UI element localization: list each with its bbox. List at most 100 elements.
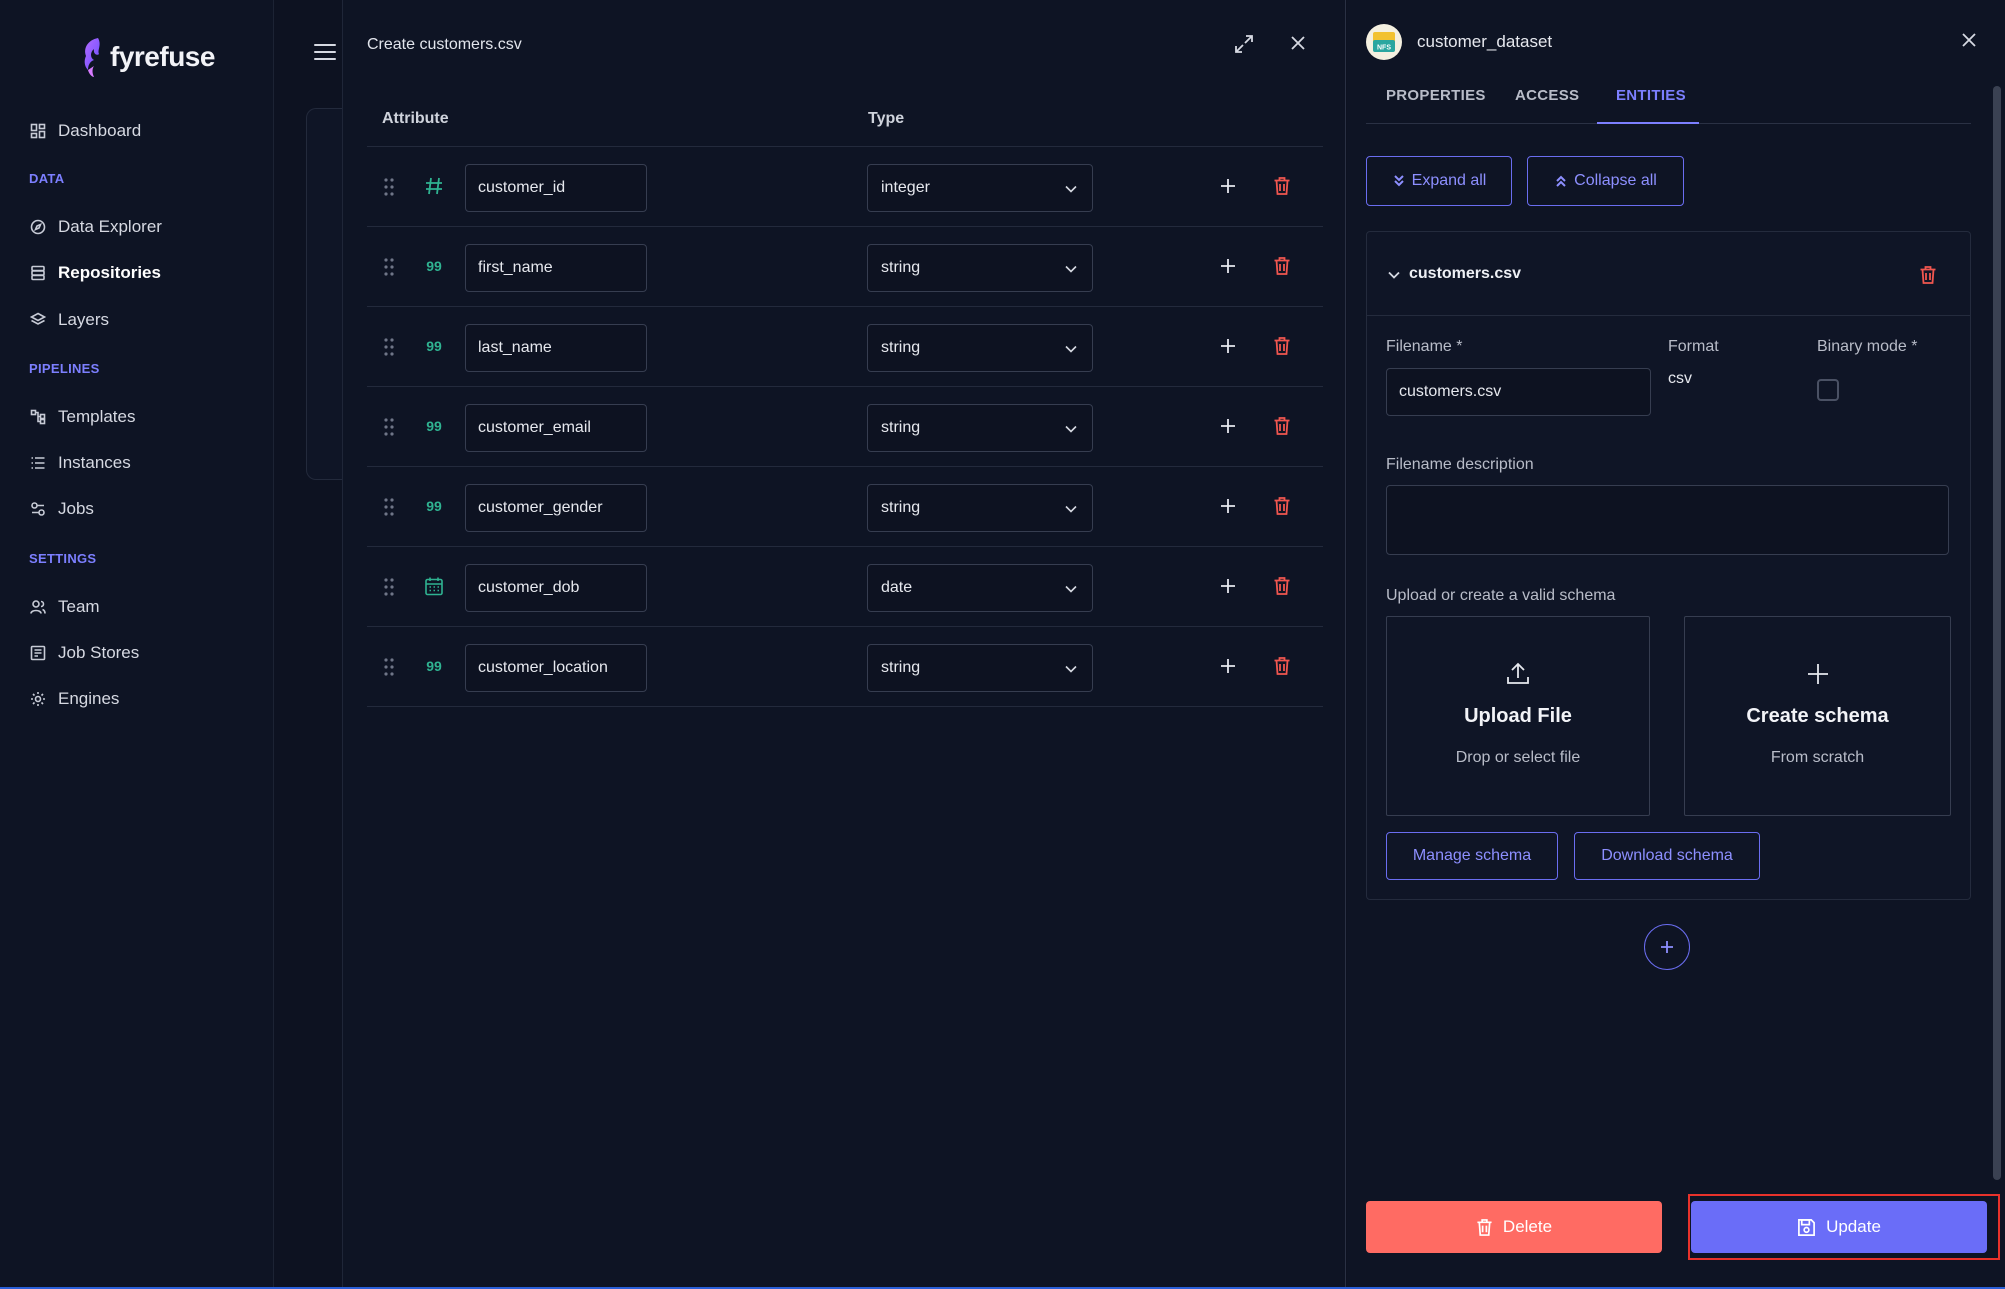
sidebar-item-repositories[interactable]: Repositories bbox=[30, 263, 161, 283]
add-row-icon[interactable] bbox=[1219, 577, 1237, 595]
sidebar-item-data-explorer[interactable]: Data Explorer bbox=[30, 217, 162, 237]
sidebar: fyrefuse Dashboard DATA Data Explorer Re… bbox=[0, 0, 274, 1289]
trash-icon[interactable] bbox=[1273, 416, 1291, 436]
list-icon bbox=[31, 457, 45, 469]
format-value: csv bbox=[1668, 370, 1692, 387]
update-button[interactable]: Update bbox=[1691, 1201, 1987, 1253]
sidebar-item-instances[interactable]: Instances bbox=[30, 453, 131, 473]
tab-access[interactable]: ACCESS bbox=[1515, 87, 1579, 104]
job-stores-icon bbox=[30, 645, 46, 661]
drag-handle-icon[interactable] bbox=[383, 497, 395, 517]
type-select-value: string bbox=[881, 259, 921, 276]
attribute-name-input[interactable] bbox=[465, 244, 647, 292]
chevron-down-icon bbox=[1065, 425, 1077, 433]
type-select-value: string bbox=[881, 339, 921, 356]
sidebar-item-team[interactable]: Team bbox=[30, 597, 100, 617]
type-select[interactable]: string bbox=[867, 324, 1093, 372]
trash-icon[interactable] bbox=[1273, 656, 1291, 676]
tab-entities[interactable]: ENTITIES bbox=[1616, 87, 1686, 104]
add-row-icon[interactable] bbox=[1219, 497, 1237, 515]
trash-icon[interactable] bbox=[1273, 336, 1291, 356]
trash-icon[interactable] bbox=[1273, 256, 1291, 276]
add-entity-button[interactable] bbox=[1644, 924, 1690, 970]
trash-icon[interactable] bbox=[1919, 265, 1937, 285]
drag-handle-icon[interactable] bbox=[383, 577, 395, 597]
entity-card: customers.csv Filename * Format csv Bina… bbox=[1366, 231, 1971, 900]
trash-icon[interactable] bbox=[1273, 496, 1291, 516]
menu-icon[interactable] bbox=[314, 44, 336, 62]
delete-label: Delete bbox=[1502, 1217, 1553, 1236]
add-row-icon[interactable] bbox=[1219, 417, 1237, 435]
save-icon bbox=[1798, 1218, 1816, 1236]
drag-handle-icon[interactable] bbox=[383, 657, 395, 677]
add-row-icon[interactable] bbox=[1219, 657, 1237, 675]
collapse-all-label: Collapse all bbox=[1574, 172, 1657, 189]
chevron-down-icon[interactable] bbox=[1387, 268, 1401, 282]
add-row-icon[interactable] bbox=[1219, 257, 1237, 275]
plus-icon bbox=[1807, 664, 1828, 684]
entity-header[interactable]: customers.csv bbox=[1367, 232, 1970, 316]
add-row-icon[interactable] bbox=[1219, 177, 1237, 195]
attribute-name-input[interactable] bbox=[465, 484, 647, 532]
attribute-name-input[interactable] bbox=[465, 644, 647, 692]
database-icon bbox=[31, 265, 45, 281]
delete-button[interactable]: Delete bbox=[1366, 1201, 1662, 1253]
tab-properties[interactable]: PROPERTIES bbox=[1386, 87, 1486, 104]
attribute-name-input[interactable] bbox=[465, 404, 647, 452]
attribute-name-input[interactable] bbox=[465, 164, 647, 212]
sidebar-item-layers[interactable]: Layers bbox=[30, 310, 109, 330]
close-icon[interactable] bbox=[1961, 32, 1977, 48]
chevron-down-icon bbox=[1065, 505, 1077, 513]
filename-input[interactable] bbox=[1386, 368, 1651, 416]
type-select[interactable]: string bbox=[867, 484, 1093, 532]
trash-icon[interactable] bbox=[1273, 576, 1291, 596]
active-tab-indicator bbox=[1597, 122, 1699, 124]
type-select[interactable]: date bbox=[867, 564, 1093, 612]
type-select[interactable]: string bbox=[867, 404, 1093, 452]
sidebar-item-job-stores[interactable]: Job Stores bbox=[30, 643, 139, 663]
table-row: integer bbox=[367, 147, 1323, 227]
column-header-attribute: Attribute bbox=[382, 110, 449, 127]
expand-all-button[interactable]: Expand all bbox=[1366, 156, 1512, 206]
chevrons-down-icon bbox=[1393, 175, 1404, 187]
fyrefuse-logo-icon bbox=[84, 38, 100, 77]
filename-description-input[interactable] bbox=[1386, 485, 1949, 555]
upload-file-dropzone[interactable]: Upload File Drop or select file bbox=[1386, 616, 1650, 816]
type-select-value: integer bbox=[881, 179, 930, 196]
drag-handle-icon[interactable] bbox=[383, 337, 395, 357]
attribute-name-input[interactable] bbox=[465, 324, 647, 372]
type-select[interactable]: string bbox=[867, 644, 1093, 692]
collapse-all-button[interactable]: Collapse all bbox=[1527, 156, 1684, 206]
sidebar-item-templates[interactable]: Templates bbox=[30, 407, 135, 427]
add-row-icon[interactable] bbox=[1219, 337, 1237, 355]
drag-handle-icon[interactable] bbox=[383, 417, 395, 437]
background-card bbox=[306, 108, 346, 480]
sidebar-item-dashboard[interactable]: Dashboard bbox=[30, 121, 141, 141]
scrollbar[interactable] bbox=[1993, 86, 2001, 1180]
attribute-name-input[interactable] bbox=[465, 564, 647, 612]
manage-schema-label: Manage schema bbox=[1412, 847, 1532, 864]
upload-file-title: Upload File bbox=[1464, 705, 1572, 727]
download-schema-button[interactable]: Download schema bbox=[1574, 832, 1760, 880]
close-icon[interactable] bbox=[1289, 34, 1307, 52]
type-select[interactable]: integer bbox=[867, 164, 1093, 212]
sidebar-item-label: Team bbox=[58, 597, 100, 616]
create-schema-box[interactable]: Create schema From scratch bbox=[1684, 616, 1951, 816]
brand-logo[interactable]: fyrefuse bbox=[80, 36, 215, 78]
manage-schema-button[interactable]: Manage schema bbox=[1386, 832, 1558, 880]
expand-icon[interactable] bbox=[1234, 34, 1254, 54]
drag-handle-icon[interactable] bbox=[383, 177, 395, 197]
trash-icon[interactable] bbox=[1273, 176, 1291, 196]
column-header-type: Type bbox=[868, 110, 905, 127]
sidebar-item-engines[interactable]: Engines bbox=[30, 689, 119, 709]
dashboard-icon bbox=[30, 123, 46, 139]
sidebar-item-label: Layers bbox=[58, 310, 110, 329]
jobs-icon bbox=[31, 502, 45, 516]
binary-mode-checkbox[interactable] bbox=[1817, 379, 1839, 401]
sidebar-item-label: Templates bbox=[58, 407, 136, 426]
sidebar-item-label: Dashboard bbox=[58, 121, 142, 140]
type-select[interactable]: string bbox=[867, 244, 1093, 292]
templates-icon bbox=[30, 409, 46, 425]
sidebar-item-jobs[interactable]: Jobs bbox=[30, 499, 94, 519]
drag-handle-icon[interactable] bbox=[383, 257, 395, 277]
